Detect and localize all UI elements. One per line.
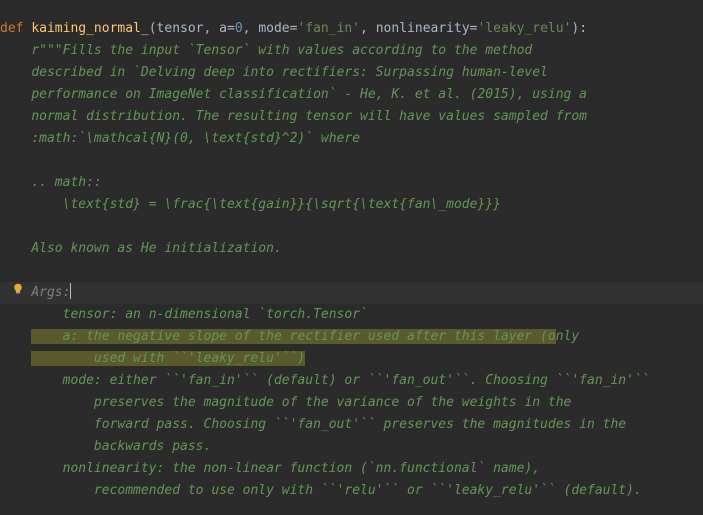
docstring-text: tensor: an n-dimensional `torch.Tensor` — [31, 307, 368, 322]
code-line[interactable]: mode: either ``'fan_in'`` (default) or `… — [0, 370, 703, 392]
text-caret — [70, 283, 71, 299]
code-line[interactable]: \text{std} = \frac{\text{gain}}{\sqrt{\t… — [0, 194, 703, 216]
docstring-text: performance on ImageNet classification` … — [31, 87, 587, 102]
docstring-args-label: Args: — [31, 285, 70, 300]
docstring-text: nonlinearity: the non-linear function (`… — [31, 461, 540, 476]
code-editor[interactable]: def kaiming_normal_(tensor, a=0, mode='f… — [0, 0, 703, 502]
docstring-text: nly — [556, 329, 579, 344]
docstring-text-highlight: used with ``'leaky_relu'``) — [31, 351, 305, 366]
code-line[interactable] — [0, 216, 703, 238]
param-a: a — [219, 21, 227, 36]
docstring-text: r"""Fills the input `Tensor` with values… — [31, 43, 532, 58]
docstring-text-highlight: a: the negative slope of the rectifier u… — [31, 329, 555, 344]
docstring-text: :math:`\mathcal{N}(0, \text{std}^2)` whe… — [31, 131, 360, 146]
code-line-active[interactable]: 0 Args: — [0, 282, 703, 304]
code-line[interactable]: :math:`\mathcal{N}(0, \text{std}^2)` whe… — [0, 128, 703, 150]
param-nonlinearity: nonlinearity — [376, 21, 470, 36]
param-tensor: tensor — [157, 21, 204, 36]
code-line[interactable] — [0, 260, 703, 282]
function-name: kaiming_normal_ — [31, 21, 148, 36]
code-line[interactable]: Also known as He initialization. — [0, 238, 703, 260]
docstring-text: Also known as He initialization. — [31, 241, 281, 256]
code-line[interactable] — [0, 150, 703, 172]
code-line[interactable]: backwards pass. — [0, 436, 703, 458]
code-line[interactable]: described in `Delving deep into rectifie… — [0, 62, 703, 84]
docstring-text: recommended to use only with ``'relu'`` … — [31, 483, 641, 498]
code-line[interactable]: performance on ImageNet classification` … — [0, 84, 703, 106]
docstring-text: \text{std} = \frac{\text{gain}}{\sqrt{\t… — [31, 197, 501, 212]
docstring-text: described in `Delving deep into rectifie… — [31, 65, 548, 80]
docstring-text: normal distribution. The resulting tenso… — [31, 109, 587, 124]
code-line[interactable]: forward pass. Choosing ``'fan_out'`` pre… — [0, 414, 703, 436]
docstring-text: forward pass. Choosing ``'fan_out'`` pre… — [31, 417, 626, 432]
code-line[interactable]: .. math:: — [0, 172, 703, 194]
docstring-text: backwards pass. — [31, 439, 211, 454]
code-line[interactable]: preserves the magnitude of the variance … — [0, 392, 703, 414]
code-line[interactable]: normal distribution. The resulting tenso… — [0, 106, 703, 128]
code-line[interactable]: tensor: an n-dimensional `torch.Tensor` — [0, 304, 703, 326]
docstring-text: preserves the magnitude of the variance … — [31, 395, 571, 410]
docstring-text: .. math:: — [31, 175, 101, 190]
keyword-def: def — [0, 21, 23, 36]
lightbulb-icon[interactable] — [12, 282, 24, 296]
param-mode: mode — [258, 21, 289, 36]
code-line[interactable]: r"""Fills the input `Tensor` with values… — [0, 40, 703, 62]
code-line[interactable]: a: the negative slope of the rectifier u… — [0, 326, 703, 348]
code-line[interactable]: recommended to use only with ``'relu'`` … — [0, 480, 703, 502]
code-line[interactable]: used with ``'leaky_relu'``) — [0, 348, 703, 370]
code-line[interactable]: nonlinearity: the non-linear function (`… — [0, 458, 703, 480]
code-line[interactable]: def kaiming_normal_(tensor, a=0, mode='f… — [0, 18, 703, 40]
docstring-text: mode: either ``'fan_in'`` (default) or `… — [31, 373, 649, 388]
